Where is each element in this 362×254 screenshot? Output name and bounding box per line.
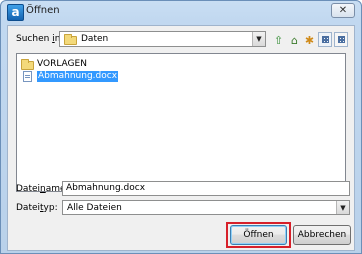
desktop-home-icon[interactable]: ⌂ xyxy=(288,34,301,47)
filename-label: Dateiname: xyxy=(16,184,69,194)
folder-icon xyxy=(64,34,77,45)
details-view-icon[interactable] xyxy=(334,32,348,47)
chevron-down-icon[interactable]: ▼ xyxy=(252,32,265,46)
open-dialog-window: a Öffnen ✕ Suchen in: Daten ▼ ⇧ ⌂ ✱ VORL… xyxy=(0,0,362,254)
filename-field[interactable]: Abmahnung.docx xyxy=(62,181,350,196)
filetype-value: Alle Dateien xyxy=(67,203,122,213)
filetype-select[interactable]: Alle Dateien ▼ xyxy=(62,200,350,215)
new-folder-icon[interactable]: ✱ xyxy=(303,34,316,47)
folder-icon xyxy=(21,59,34,70)
file-name: VORLAGEN xyxy=(37,59,87,69)
filetype-label: Dateityp: xyxy=(16,203,58,213)
list-view-icon[interactable] xyxy=(318,32,332,47)
close-button[interactable]: ✕ xyxy=(331,3,355,18)
up-folder-icon[interactable]: ⇧ xyxy=(272,34,285,47)
app-icon: a xyxy=(7,4,24,21)
cancel-button[interactable]: Abbrechen xyxy=(293,225,351,245)
title-bar[interactable]: a Öffnen ✕ xyxy=(1,1,361,23)
close-icon: ✕ xyxy=(338,5,348,16)
file-list[interactable]: VORLAGEN Abmahnung.docx xyxy=(16,53,346,192)
dialog-body: Suchen in: Daten ▼ ⇧ ⌂ ✱ VORLAGEN Abmahn… xyxy=(7,25,355,251)
document-icon xyxy=(23,71,32,82)
look-in-label: Suchen in: xyxy=(16,34,63,44)
open-button[interactable]: Öffnen xyxy=(230,225,287,245)
file-name: Abmahnung.docx xyxy=(37,71,119,82)
look-in-combo[interactable]: Daten ▼ xyxy=(59,31,266,47)
window-title: Öffnen xyxy=(26,5,60,16)
look-in-value: Daten xyxy=(81,34,109,44)
chevron-down-icon[interactable]: ▼ xyxy=(336,201,349,214)
